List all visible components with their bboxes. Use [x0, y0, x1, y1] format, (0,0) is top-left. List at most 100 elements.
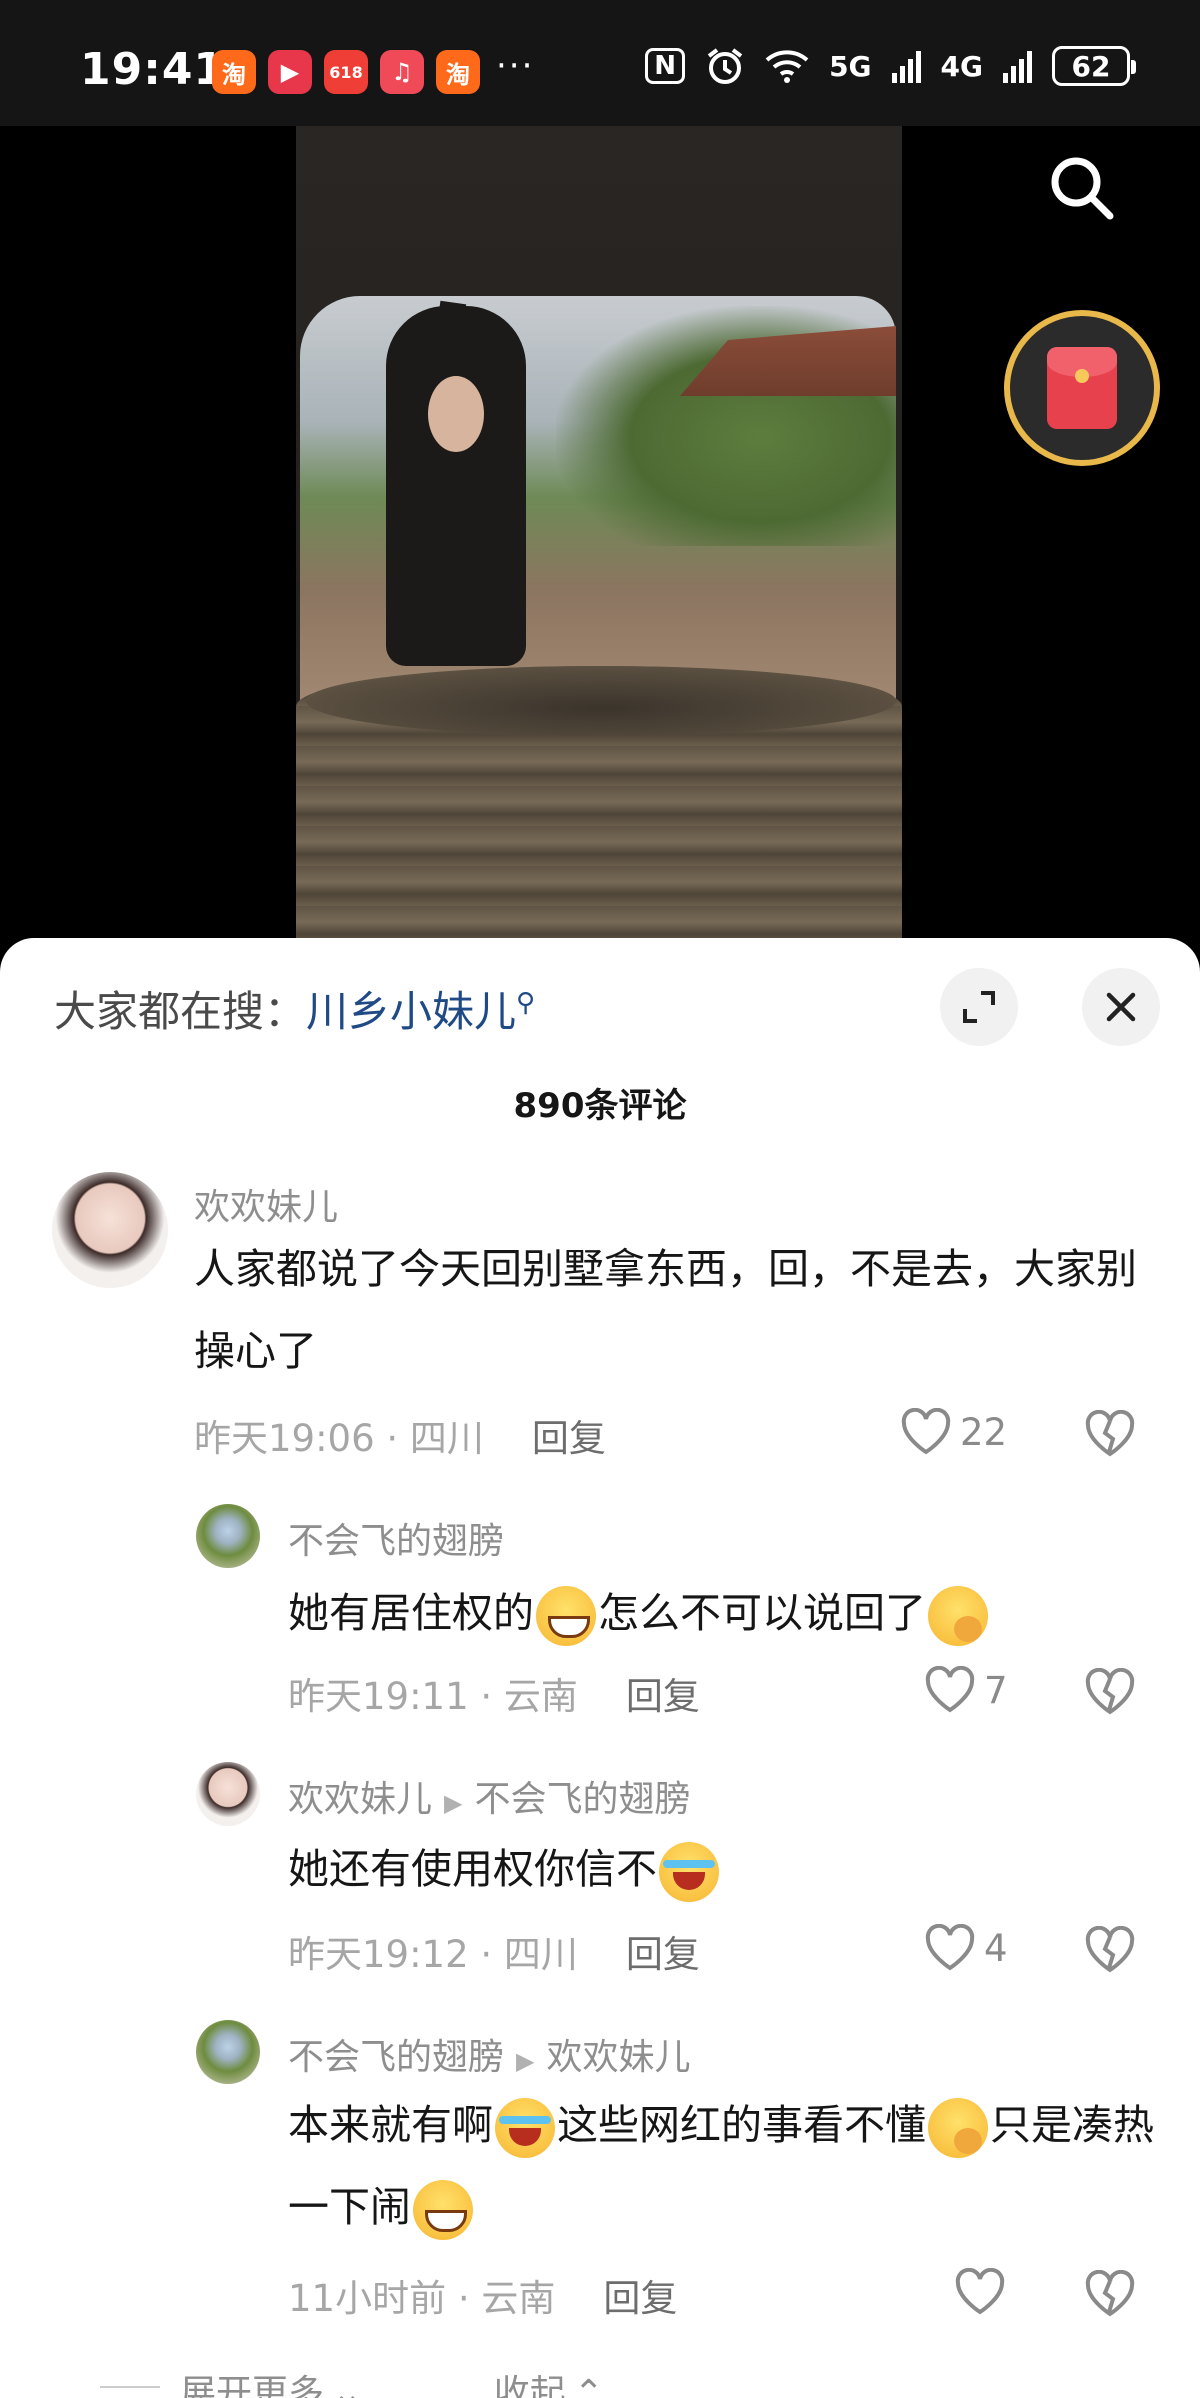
comment-meta: 昨天19:12 · 四川 回复 — [288, 1924, 700, 1978]
dislike-button[interactable] — [1084, 1925, 1136, 1978]
chevron-down-icon: ⌄ — [332, 2373, 363, 2398]
expand-button[interactable] — [940, 968, 1018, 1046]
comment-username: 欢欢妹儿 ▶ 不会飞的翅膀 — [288, 1770, 691, 1822]
comment-time-place: 11小时前 · 云南 — [288, 2277, 556, 2320]
comment-meta: 昨天19:11 · 云南 回复 — [288, 1666, 700, 1720]
nfc-icon: N — [645, 48, 686, 84]
comment-text: 本来就有啊 这些网红的事看不懂 只是凑热一下闹 — [288, 2084, 1168, 2248]
trending-prefix: 大家都在搜： — [54, 987, 307, 1036]
video-basket-top — [306, 666, 896, 736]
status-bar: 19:41 淘 ▶ 618 ♫ 淘 ··· N 5G 4G 62 — [0, 0, 1200, 126]
promo-app-icon: 618 — [324, 50, 368, 94]
like-button[interactable]: 4 — [924, 1924, 1008, 1972]
comment-text: 她还有使用权你信不 — [288, 1828, 1168, 1910]
trending-query-link[interactable]: 川乡小妹儿 — [306, 987, 516, 1036]
smirk-emoji-icon — [928, 2098, 988, 2158]
crying-laugh-emoji-icon — [659, 1842, 719, 1902]
reply-button[interactable]: 回复 — [626, 1933, 700, 1976]
red-envelope-icon — [1047, 347, 1117, 429]
crying-laugh-emoji-icon — [495, 2098, 555, 2158]
reply-arrow-icon: ▶ — [444, 1789, 463, 1817]
reply-from-user[interactable]: 不会飞的翅膀 — [288, 2037, 504, 2078]
comment-text-part: 这些网红的事看不懂 — [557, 2101, 926, 2149]
battery-icon: 62 — [1052, 46, 1136, 86]
smirk-emoji-icon — [928, 1586, 988, 1646]
reply-to-user[interactable]: 不会飞的翅膀 — [474, 1779, 690, 1820]
alarm-icon — [707, 48, 743, 84]
broken-heart-icon — [1085, 1409, 1135, 1457]
video-person — [386, 306, 526, 666]
broken-heart-icon — [1085, 1667, 1135, 1715]
broken-heart-icon — [1085, 1925, 1135, 1973]
reply-from-user[interactable]: 欢欢妹儿 — [288, 1779, 432, 1820]
divider — [100, 2386, 160, 2388]
search-button[interactable] — [1040, 146, 1124, 230]
like-button[interactable]: 7 — [924, 1666, 1008, 1714]
dislike-button[interactable] — [1084, 1667, 1136, 1720]
like-button[interactable] — [954, 2268, 1014, 2316]
dislike-button[interactable] — [1084, 1409, 1136, 1462]
like-count: 4 — [984, 1926, 1008, 1970]
broken-heart-icon — [1085, 2269, 1135, 2317]
trending-search[interactable]: 大家都在搜：川乡小妹儿⚲ — [54, 978, 535, 1039]
comment-text: 人家都说了今天回别墅拿东西，回，不是去，大家别操心了 — [194, 1245, 1137, 1375]
avatar[interactable] — [196, 1504, 260, 1568]
like-count: 7 — [984, 1668, 1008, 1712]
taobao-icon: 淘 — [436, 50, 480, 94]
avatar[interactable] — [52, 1172, 168, 1288]
status-time: 19:41 — [80, 44, 226, 95]
comment-meta: 11小时前 · 云南 回复 — [288, 2268, 677, 2322]
music-app-icon: ♫ — [380, 50, 424, 94]
comment-username: 不会飞的翅膀 ▶ 欢欢妹儿 — [288, 2028, 691, 2080]
red-packet-button[interactable] — [1004, 310, 1160, 466]
collapse-button[interactable]: 收起 — [494, 2373, 566, 2398]
comment-text-part: 她有居住权的 — [288, 1589, 534, 1637]
like-button[interactable]: 22 — [900, 1408, 1007, 1456]
battery-level: 62 — [1071, 49, 1111, 83]
wifi-icon — [765, 50, 809, 83]
heart-icon — [955, 2268, 1005, 2315]
heart-icon — [901, 1408, 951, 1455]
avatar[interactable] — [196, 2020, 260, 2084]
comment-text-part: 她还有使用权你信不 — [288, 1845, 657, 1893]
more-notifications-icon: ··· — [496, 46, 535, 86]
reply-arrow-icon: ▶ — [516, 2047, 535, 2075]
search-icon — [1051, 157, 1114, 220]
comment-time-place: 昨天19:11 · 云南 — [288, 1675, 578, 1718]
comment-text-part: 怎么不可以说回了 — [598, 1589, 926, 1637]
chevron-up-icon: ⌃ — [573, 2373, 604, 2398]
comment-text: 她有居住权的 怎么不可以说回了 — [288, 1572, 1168, 1654]
expand-icon — [963, 991, 995, 1023]
close-button[interactable] — [1082, 968, 1160, 1046]
like-count: 22 — [960, 1410, 1008, 1454]
video-frame[interactable] — [296, 126, 902, 956]
comment-username[interactable]: 不会飞的翅膀 — [288, 1512, 504, 1564]
reply-button[interactable]: 回复 — [532, 1417, 606, 1460]
small-search-icon: ⚲ — [516, 988, 536, 1018]
expand-more-button[interactable]: 展开更多 — [180, 2373, 324, 2398]
comment-meta: 昨天19:06 · 四川 回复 — [194, 1408, 606, 1462]
signal-icon — [891, 49, 921, 83]
heart-icon — [925, 1924, 975, 1971]
close-icon — [1106, 992, 1136, 1022]
comment-panel: 大家都在搜：川乡小妹儿⚲ 890条评论 欢欢妹儿 人家都说了今天回别墅拿东西，回… — [0, 938, 1200, 2398]
thread-controls: 展开更多 ⌄ 收起 ⌃ — [100, 2364, 604, 2398]
comment-time-place: 昨天19:06 · 四川 — [194, 1417, 484, 1460]
network-4g-label: 4G — [940, 49, 983, 83]
video-player[interactable] — [0, 126, 1200, 956]
dislike-button[interactable] — [1084, 2269, 1136, 2322]
signal-icon — [1003, 49, 1032, 83]
heart-icon — [925, 1666, 975, 1713]
taobao-icon: 淘 — [212, 50, 256, 94]
video-app-icon: ▶ — [268, 50, 312, 94]
system-status: N 5G 4G 62 — [645, 46, 1136, 86]
notification-icons: 淘 ▶ 618 ♫ 淘 — [212, 50, 480, 94]
reply-to-user[interactable]: 欢欢妹儿 — [546, 2037, 690, 2078]
comment-count: 890条评论 — [513, 1086, 687, 1126]
reply-button[interactable]: 回复 — [626, 1675, 700, 1718]
avatar[interactable] — [196, 1762, 260, 1826]
network-5g-label: 5G — [829, 49, 872, 83]
reply-button[interactable]: 回复 — [603, 2277, 677, 2320]
comment-username[interactable]: 欢欢妹儿 — [194, 1178, 338, 1230]
video-person-face — [428, 376, 484, 452]
